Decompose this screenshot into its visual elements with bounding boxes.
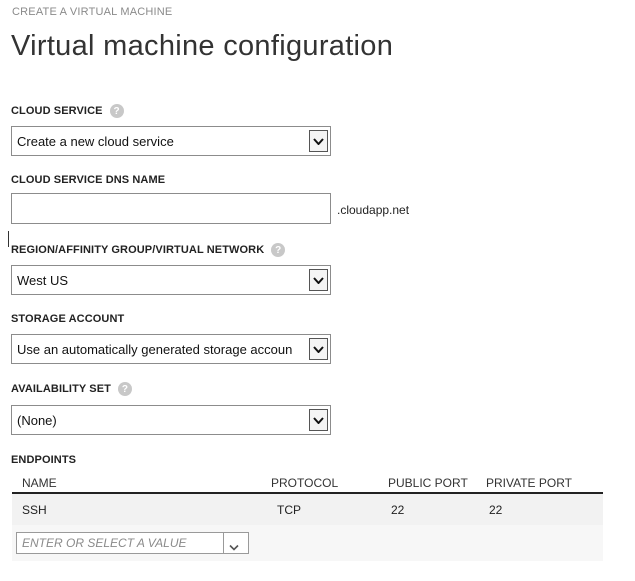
column-header-public-port: PUBLIC PORT [388, 476, 468, 490]
availability-label-row: AVAILABILITY SET ? [11, 382, 132, 396]
combobox-divider [223, 533, 224, 553]
cloud-service-selected: Create a new cloud service [17, 134, 174, 149]
availability-label: AVAILABILITY SET [11, 383, 111, 395]
chevron-down-icon[interactable] [229, 538, 239, 556]
dropdown-arrow-icon[interactable] [309, 269, 328, 291]
dns-name-input[interactable] [11, 193, 331, 224]
endpoint-name: SSH [22, 503, 47, 517]
dropdown-arrow-icon[interactable] [309, 409, 328, 431]
wizard-title: CREATE A VIRTUAL MACHINE [12, 6, 173, 18]
column-header-protocol: PROTOCOL [271, 476, 339, 490]
region-selected: West US [17, 273, 69, 288]
dropdown-arrow-icon[interactable] [309, 130, 328, 152]
column-header-name: NAME [22, 476, 57, 490]
storage-selected: Use an automatically generated storage a… [17, 342, 293, 357]
table-row[interactable] [12, 494, 603, 525]
text-cursor [8, 231, 9, 247]
endpoint-name-combobox[interactable]: ENTER OR SELECT A VALUE [16, 532, 249, 554]
region-select[interactable]: West US [11, 265, 331, 295]
region-label: REGION/AFFINITY GROUP/VIRTUAL NETWORK [11, 244, 265, 256]
storage-label: STORAGE ACCOUNT [11, 313, 125, 325]
help-icon[interactable]: ? [118, 382, 132, 396]
availability-select[interactable]: (None) [11, 405, 331, 435]
region-label-row: REGION/AFFINITY GROUP/VIRTUAL NETWORK ? [11, 243, 286, 257]
endpoint-private-port: 22 [489, 503, 503, 517]
page-title: Virtual machine configuration [11, 30, 394, 62]
endpoints-label: ENDPOINTS [11, 454, 77, 466]
help-icon[interactable]: ? [271, 243, 286, 257]
availability-selected: (None) [17, 413, 57, 428]
cloud-service-label-row: CLOUD SERVICE ? [11, 104, 124, 118]
cloud-service-select[interactable]: Create a new cloud service [11, 126, 331, 156]
column-header-private-port: PRIVATE PORT [486, 476, 573, 490]
endpoint-name-placeholder: ENTER OR SELECT A VALUE [22, 536, 187, 550]
dropdown-arrow-icon[interactable] [309, 338, 328, 360]
storage-select[interactable]: Use an automatically generated storage a… [11, 334, 331, 364]
dns-name-label: CLOUD SERVICE DNS NAME [11, 174, 166, 186]
help-icon[interactable]: ? [109, 104, 124, 118]
dns-suffix: .cloudapp.net [337, 203, 410, 217]
endpoint-protocol: TCP [277, 503, 301, 517]
cloud-service-label: CLOUD SERVICE [11, 105, 103, 117]
endpoint-public-port: 22 [391, 503, 405, 517]
